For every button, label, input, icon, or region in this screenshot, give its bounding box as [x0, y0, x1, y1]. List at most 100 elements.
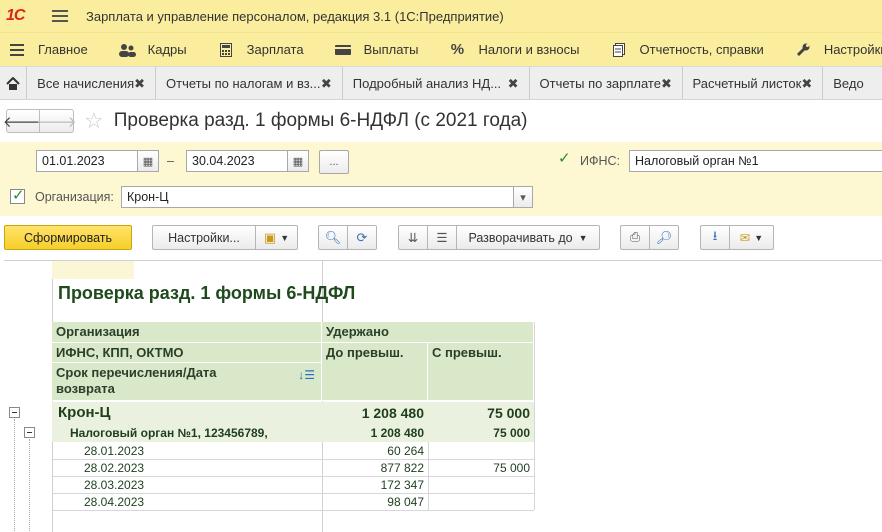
ifns-checkbox[interactable]	[557, 149, 572, 168]
group-tax-office-name: Налоговый орган №1, 123456789,	[70, 426, 268, 440]
group-organization-name: Крон-Ц	[58, 404, 111, 421]
report-spreadsheet[interactable]: Проверка разд. 1 формы 6-НДФЛ Организаци…	[4, 260, 882, 532]
organization-checkbox[interactable]	[10, 186, 25, 204]
section-label: Выплаты	[363, 42, 419, 57]
group-tax-office-after: 75 000	[493, 426, 530, 440]
tab-ndfl-analysis[interactable]: Подробный анализ НД... ✖	[343, 67, 530, 99]
organization-dropdown-button[interactable]: ▾	[513, 186, 533, 208]
tree-line	[14, 419, 15, 532]
home-tab[interactable]	[0, 67, 28, 99]
title-bar: 1С Зарплата и управление персоналом, ред…	[0, 0, 882, 32]
menu-icon	[8, 41, 26, 59]
header-date: Срок перечисления/Дата возврата ↓☰	[52, 363, 322, 401]
command-bar: Сформировать Настройки... ▣ ▼ 🔍︎ ⟳ ⇊ ☰ Ра…	[0, 216, 882, 260]
section-label: Налоги и взносы	[478, 42, 580, 57]
report-parameters: 01.01.2023 ▦ – 30.04.2023 ▦ ... ИФНС: На…	[0, 142, 882, 216]
header-withheld: Удержано	[322, 322, 534, 343]
expand-to-button[interactable]: Разворачивать до ▼	[456, 225, 600, 250]
ifns-label: ИФНС:	[580, 154, 621, 168]
wrench-icon	[794, 41, 812, 59]
calendar-icon: ▦	[292, 155, 304, 168]
sort-indicator-icon[interactable]: ↓☰	[298, 367, 315, 383]
row-date: 28.01.2023	[84, 444, 145, 458]
row-after: 75 000	[493, 461, 530, 475]
favorite-star-icon[interactable]: ☆	[84, 108, 104, 134]
sections-panel: Главное Кадры Зарплата Выплаты % Налоги и…	[0, 32, 882, 66]
chevron-down-icon: ▾	[520, 191, 526, 204]
tab-label: Расчетный листок	[692, 76, 802, 91]
close-icon[interactable]: ✖	[321, 76, 332, 92]
section-salary[interactable]: Зарплата	[209, 33, 312, 66]
collapse-group-icon[interactable]	[9, 407, 20, 418]
save-button[interactable]: ⭳	[700, 225, 730, 250]
grid-column-line	[534, 322, 535, 510]
section-payments[interactable]: Выплаты	[326, 33, 427, 66]
forward-button[interactable]: 🡒	[36, 109, 77, 133]
calendar-icon: ▦	[142, 155, 154, 168]
print-button[interactable]: ⎙	[620, 225, 650, 250]
selected-cell	[52, 261, 134, 279]
section-label: Зарплата	[246, 42, 304, 57]
tab-label: Отчеты по налогам и вз...	[166, 76, 321, 91]
tab-statements[interactable]: Ведо	[823, 67, 882, 99]
section-label: Отчетность, справки	[639, 42, 764, 57]
tab-salary-reports[interactable]: Отчеты по зарплате ✖	[530, 67, 683, 99]
tab-all-accruals[interactable]: Все начисления ✖	[27, 67, 157, 99]
header-after-excess: С превыш.	[428, 343, 534, 401]
preview-button[interactable]: 🔎︎	[649, 225, 679, 250]
preview-icon: 🔎︎	[655, 229, 673, 245]
section-taxes[interactable]: % Налоги и взносы	[440, 33, 587, 66]
home-icon	[6, 77, 20, 90]
section-hr[interactable]: Кадры	[110, 33, 195, 66]
close-icon[interactable]: ✖	[508, 76, 519, 92]
report-icon	[610, 41, 628, 59]
section-settings[interactable]: Настройки	[786, 33, 882, 66]
tab-payslip[interactable]: Расчетный листок ✖	[683, 67, 824, 99]
organization-input[interactable]: Крон-Ц	[121, 186, 514, 208]
calculator-icon	[217, 41, 235, 59]
header-date-line1: Срок перечисления/Дата	[56, 365, 217, 380]
close-icon[interactable]: ✖	[801, 76, 812, 92]
organization-label: Организация:	[35, 190, 114, 204]
list-icon: ☰	[436, 231, 448, 245]
close-icon[interactable]: ✖	[134, 76, 145, 92]
app-logo: 1С	[6, 7, 25, 24]
tab-label: Отчеты по зарплате	[539, 76, 661, 91]
row-before: 172 347	[380, 478, 424, 492]
ifns-input[interactable]: Налоговый орган №1	[629, 150, 882, 172]
tab-label: Ведо	[833, 76, 864, 91]
row-separator	[52, 493, 534, 494]
arrow-right-icon: 🡒	[36, 113, 77, 131]
date-to-calendar-button[interactable]: ▦	[287, 150, 309, 172]
date-from-input[interactable]: 01.01.2023	[36, 150, 138, 172]
wallet-icon	[334, 41, 352, 59]
period-select-button[interactable]: ...	[319, 150, 349, 174]
settings-button[interactable]: Настройки...	[152, 225, 256, 250]
section-main[interactable]: Главное	[0, 33, 96, 66]
back-button[interactable]: 🡐	[3, 109, 43, 133]
header-organization: Организация	[52, 322, 322, 343]
sort-button[interactable]: ⇊	[398, 225, 428, 250]
generate-button[interactable]: Сформировать	[4, 225, 132, 250]
chevron-down-icon: ▼	[280, 232, 290, 243]
tab-tax-reports[interactable]: Отчеты по налогам и вз... ✖	[156, 67, 343, 99]
variants-button[interactable]: ▣ ▼	[255, 225, 298, 250]
row-separator	[52, 459, 534, 460]
expand-to-label: Разворачивать до	[468, 230, 573, 245]
group-organization-before: 1 208 480	[361, 405, 424, 421]
date-to-input[interactable]: 30.04.2023	[186, 150, 288, 172]
row-separator	[52, 510, 534, 511]
row-date: 28.04.2023	[84, 495, 145, 509]
date-from-calendar-button[interactable]: ▦	[137, 150, 159, 172]
hierarchy-button[interactable]: ☰	[427, 225, 457, 250]
section-reports[interactable]: Отчетность, справки	[602, 33, 772, 66]
search-button[interactable]: 🔍︎	[318, 225, 348, 250]
row-date: 28.03.2023	[84, 478, 145, 492]
header-ifns: ИФНС, КПП, ОКТМО	[52, 343, 322, 363]
header-before-excess: До превыш.	[322, 343, 428, 401]
close-icon[interactable]: ✖	[661, 76, 672, 92]
collapse-group-icon[interactable]	[24, 427, 35, 438]
send-email-button[interactable]: ✉ ▼	[729, 225, 774, 250]
main-menu-icon[interactable]	[52, 7, 68, 25]
search-refresh-button[interactable]: ⟳	[347, 225, 377, 250]
